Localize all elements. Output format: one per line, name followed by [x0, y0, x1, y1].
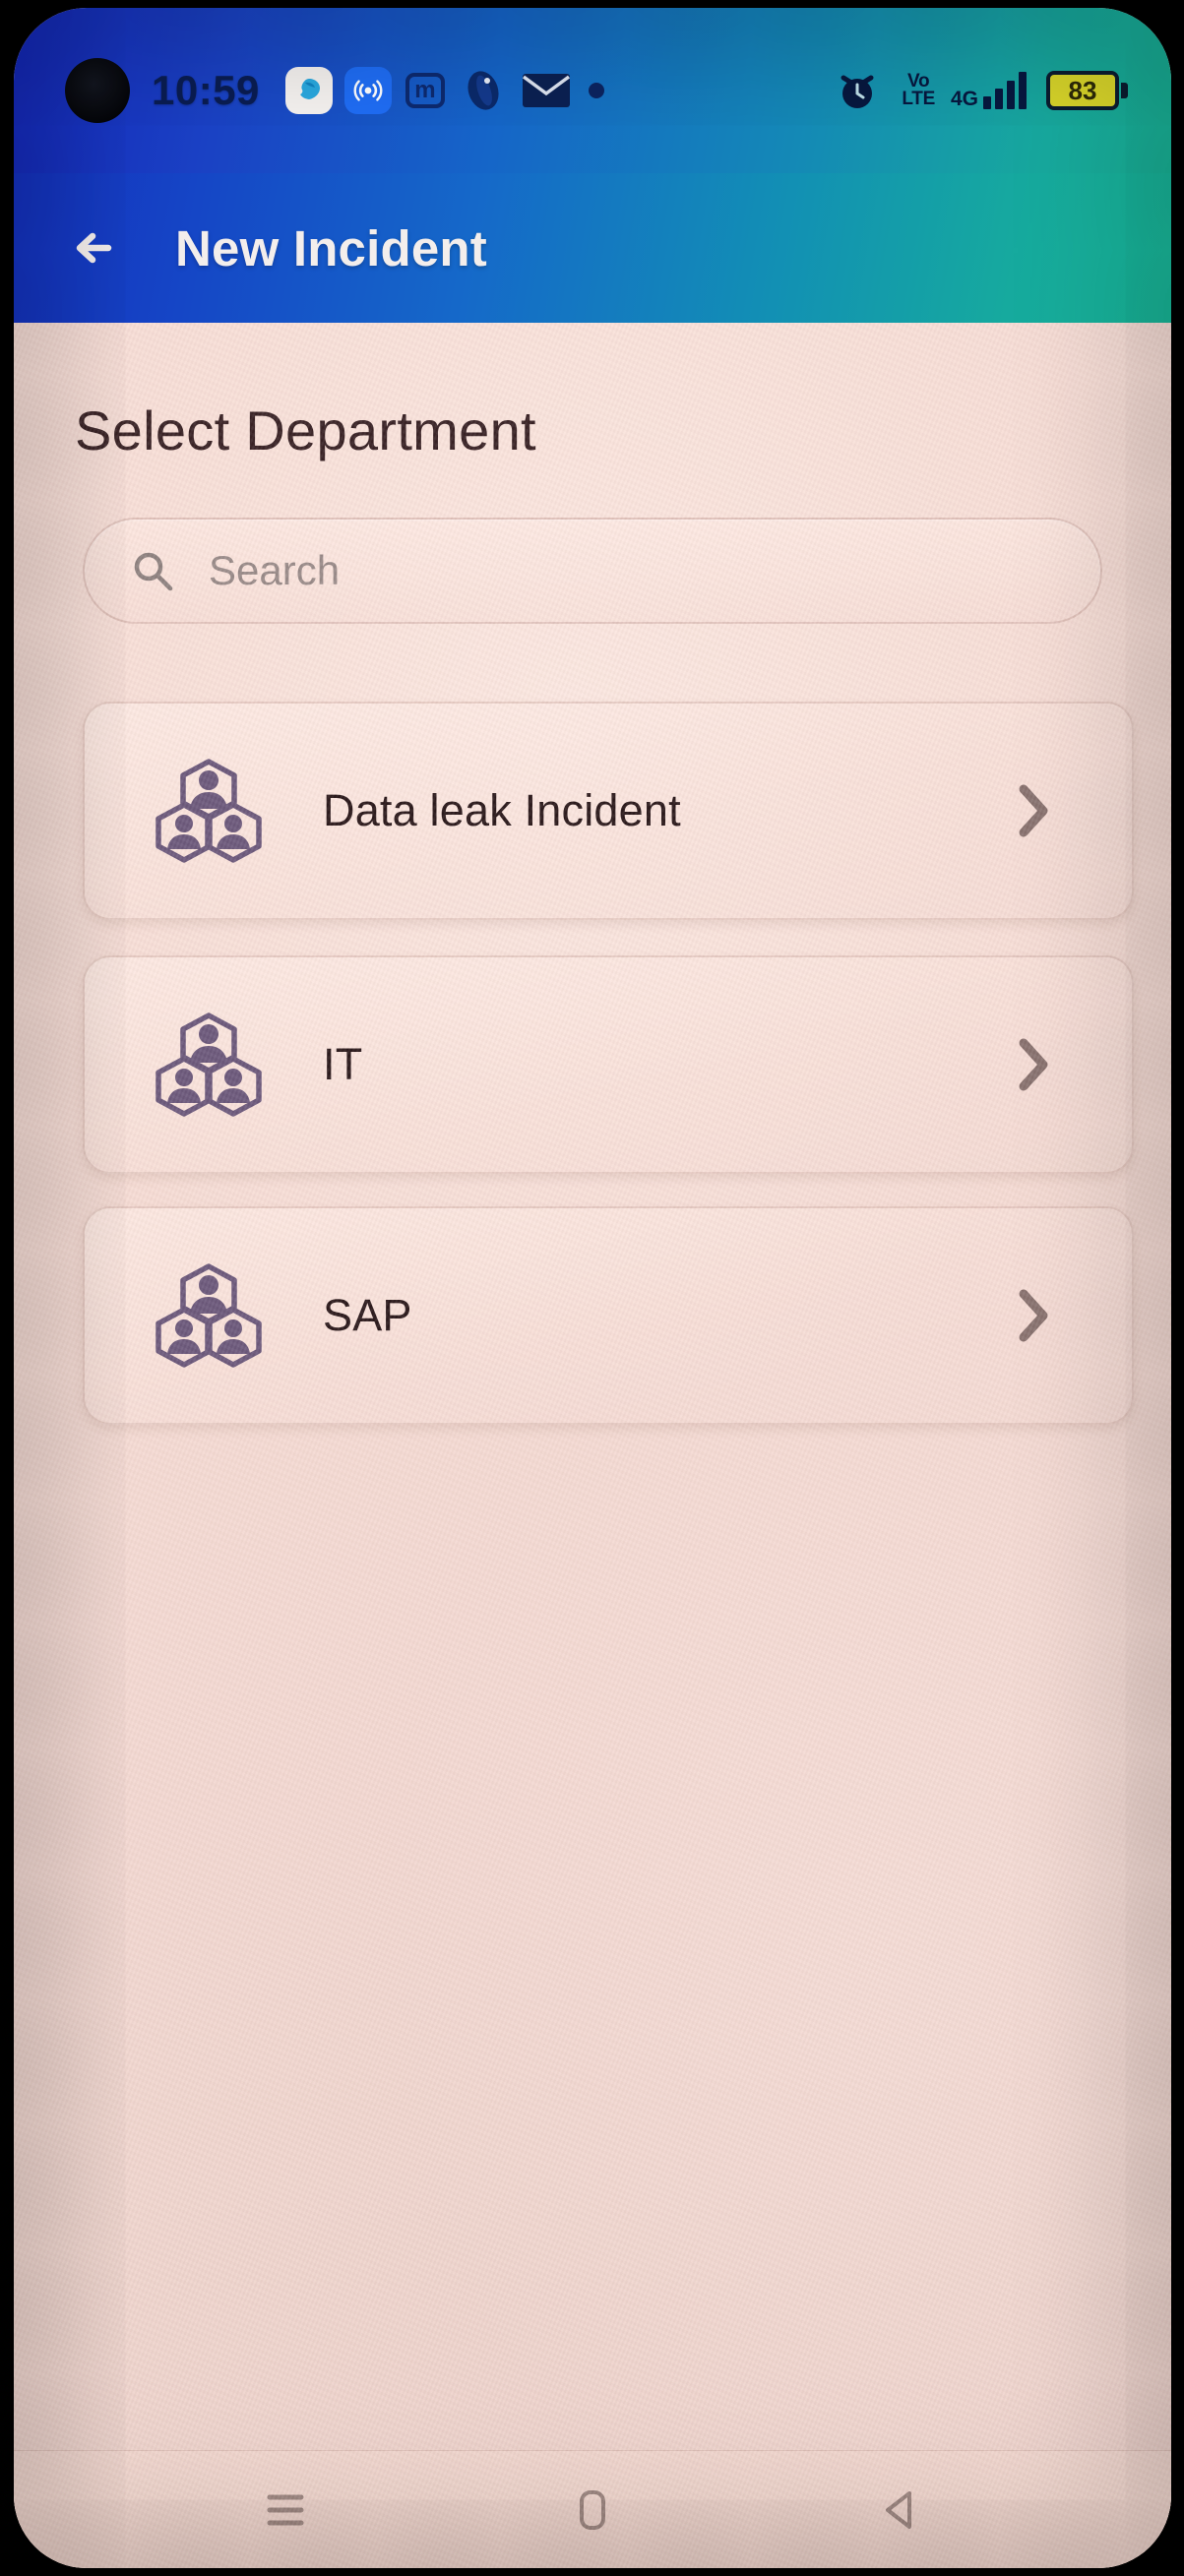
m-app-notification-icon: m [405, 73, 445, 108]
section-heading: Select Department [75, 399, 536, 461]
volte-indicator: Vo LTE [902, 72, 935, 109]
battery-percent-label: 83 [1068, 76, 1097, 105]
signal-bars-icon [983, 72, 1027, 109]
back-button[interactable] [860, 2471, 939, 2549]
home-button[interactable] [553, 2471, 632, 2549]
more-notifications-dot-icon [588, 83, 604, 98]
status-bar-clock: 10:59 [152, 67, 260, 113]
opera-notification-icon [461, 67, 506, 114]
front-camera-cutout [65, 58, 130, 123]
app-bar: New Incident [14, 173, 1171, 323]
battery-indicator: 83 [1046, 71, 1128, 110]
chevron-right-icon[interactable] [1012, 1035, 1055, 1094]
department-card[interactable]: Data leak Incident [83, 702, 1134, 920]
org-chart-icon [152, 754, 266, 868]
search-input[interactable]: Search [83, 518, 1102, 624]
volte-line-2: LTE [902, 89, 935, 109]
department-card[interactable]: IT [83, 955, 1134, 1174]
chevron-right-icon[interactable] [1012, 1286, 1055, 1345]
status-bar: 10:59 m Vo LTE 4G 83 [14, 8, 1171, 173]
battery-cap [1121, 83, 1128, 98]
broadcast-notification-icon [343, 67, 392, 114]
phone-screen: 10:59 m Vo LTE 4G 83 New Incident Select… [14, 8, 1171, 2568]
alarm-clock-icon [835, 68, 880, 113]
back-arrow-icon[interactable] [65, 216, 128, 279]
app-notification-icon [284, 67, 333, 114]
department-label: SAP [323, 1290, 412, 1340]
department-card[interactable]: SAP [83, 1206, 1134, 1425]
status-bar-right-group: Vo LTE 4G 83 [835, 68, 1128, 113]
signal-strength-indicator: 4G [951, 72, 1027, 109]
status-bar-left-group: 10:59 m [43, 58, 835, 123]
search-icon [130, 548, 175, 593]
page-title: New Incident [175, 219, 487, 276]
department-label: IT [323, 1039, 363, 1089]
phone-photo: 10:59 m Vo LTE 4G 83 New Incident Select… [0, 0, 1184, 2576]
android-navigation-bar [14, 2450, 1171, 2568]
org-chart-icon [152, 1008, 266, 1122]
org-chart-icon [152, 1258, 266, 1373]
mail-notification-icon [522, 71, 571, 110]
network-type-label: 4G [950, 88, 978, 110]
recents-button[interactable] [246, 2471, 325, 2549]
battery-body: 83 [1046, 71, 1119, 110]
search-placeholder-text: Search [209, 547, 341, 593]
content-area: Select Department Search Data leak Incid… [14, 323, 1171, 2568]
department-label: Data leak Incident [323, 785, 681, 835]
chevron-right-icon[interactable] [1012, 781, 1055, 840]
